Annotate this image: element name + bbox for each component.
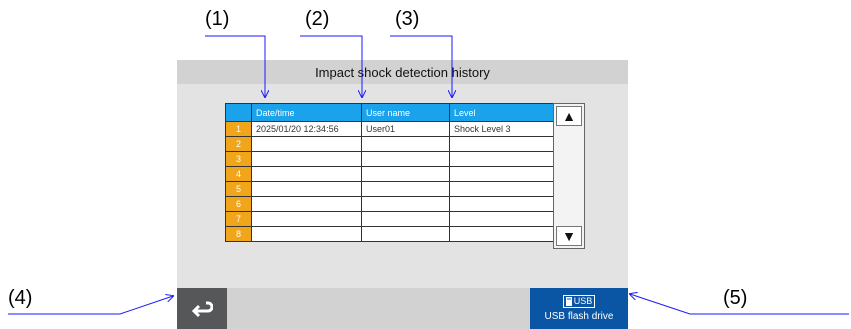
callout-line-4: [8, 296, 173, 315]
callout-line-5: [630, 294, 849, 315]
callout-lines: [8, 35, 849, 315]
callout-line-3: [390, 35, 452, 97]
callout-line-2: [300, 35, 362, 97]
callout-line-1: [205, 35, 265, 97]
